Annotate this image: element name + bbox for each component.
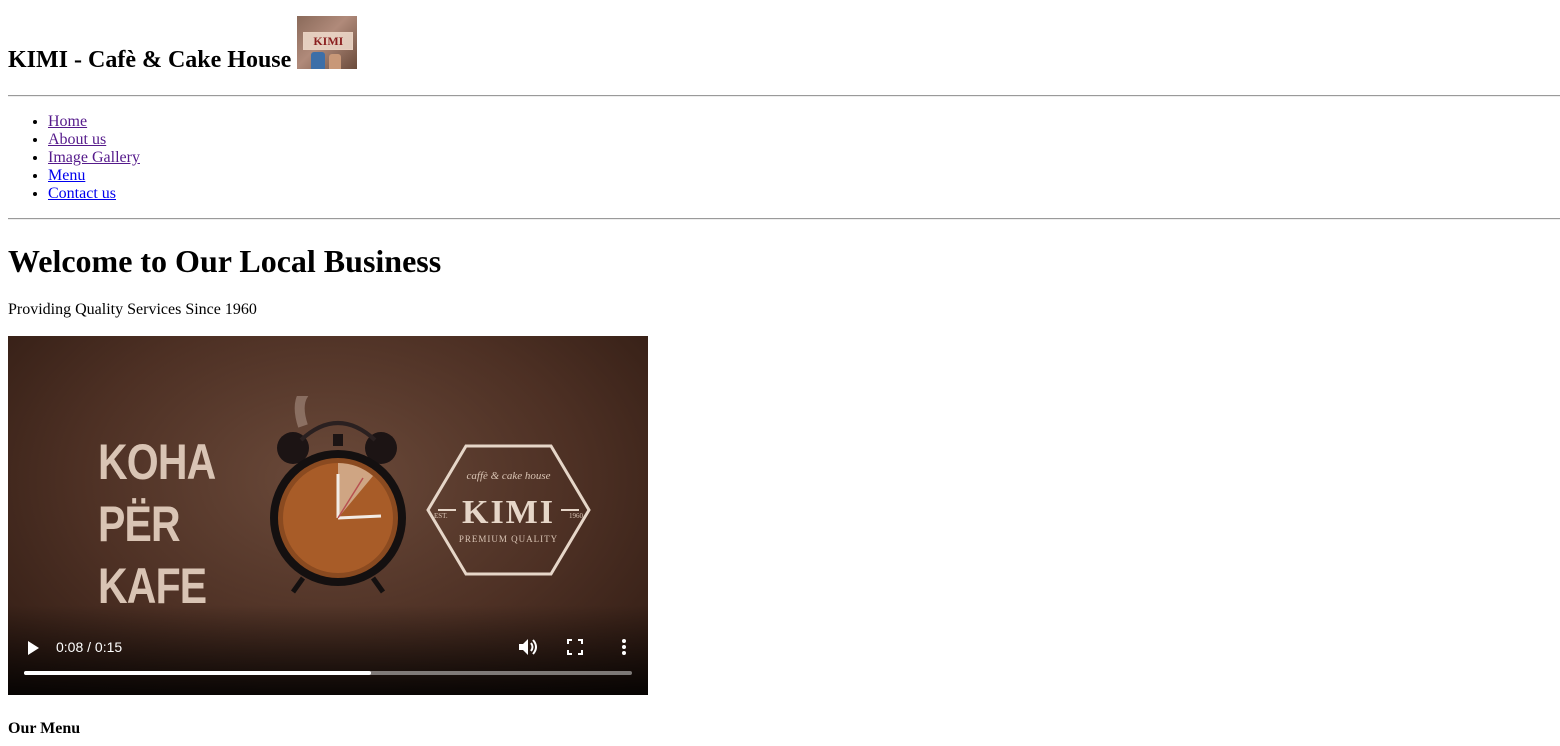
nav-item-home: Home — [48, 113, 140, 131]
video-player[interactable]: KOHA PËR KAFE caffè & cake house KIMI ES… — [8, 336, 648, 695]
page-heading: Welcome to Our Local Business — [8, 243, 442, 279]
nav-link-gallery[interactable]: Image Gallery — [48, 149, 140, 166]
volume-icon[interactable] — [518, 638, 538, 656]
video-progress-fill — [24, 671, 371, 675]
nav-link-menu[interactable]: Menu — [48, 167, 85, 184]
menu-heading: Our Menu — [8, 720, 81, 737]
video-word: KOHA — [98, 434, 216, 490]
nav-link-contact[interactable]: Contact us — [48, 185, 116, 202]
nav-link-about[interactable]: About us — [48, 131, 106, 148]
logo-figure — [311, 52, 326, 69]
site-title: KIMI - Cafè & Cake House — [8, 47, 292, 73]
logo-text: KIMI — [303, 32, 354, 50]
time-display: 0:08 / 0:15 — [56, 639, 123, 655]
nav-item-gallery: Image Gallery — [48, 149, 140, 167]
nav-item-about: About us — [48, 131, 140, 149]
badge-year: 1960 — [569, 512, 583, 520]
video-word: PËR — [98, 496, 181, 552]
site-header: KIMI - Cafè & Cake House KIMI — [8, 16, 358, 76]
nav-item-contact: Contact us — [48, 185, 140, 203]
more-vertical-icon[interactable] — [619, 638, 629, 656]
badge-subtitle: caffè & cake house — [466, 470, 551, 482]
badge-est: EST. — [434, 512, 448, 520]
main-nav: Home About us Image Gallery Menu Contact… — [8, 113, 140, 203]
nav-item-menu: Menu — [48, 167, 140, 185]
nav-link-home[interactable]: Home — [48, 113, 87, 130]
badge-tagline: PREMIUM QUALITY — [458, 534, 559, 544]
badge-title: KIMI — [462, 494, 555, 531]
video-overlay-text: KOHA PËR KAFE — [98, 431, 216, 617]
video-progress-bar[interactable] — [24, 671, 632, 675]
logo-figure — [329, 54, 342, 69]
logo-image: KIMI — [297, 16, 358, 69]
fullscreen-icon[interactable] — [567, 639, 583, 655]
alarm-clock-image — [270, 396, 406, 594]
tagline: Providing Quality Services Since 1960 — [8, 301, 257, 318]
divider — [8, 218, 1560, 220]
divider — [8, 95, 1560, 97]
play-icon[interactable] — [26, 640, 40, 656]
kimi-badge: caffè & cake house KIMI EST. 1960 PREMIU… — [426, 444, 591, 576]
